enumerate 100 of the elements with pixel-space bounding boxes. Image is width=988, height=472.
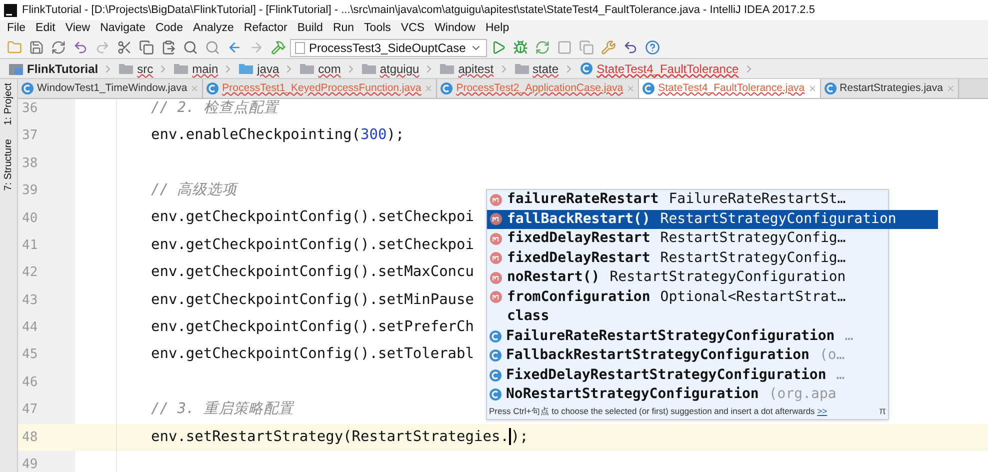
class-icon <box>21 82 34 95</box>
class-icon <box>489 330 502 343</box>
breadcrumb-item[interactable]: atguigu <box>380 60 420 78</box>
folder-icon <box>174 63 188 74</box>
code-text: env.getCheckpointConfig().setCheckpoi <box>151 209 474 226</box>
close-icon[interactable] <box>808 84 817 93</box>
line-number: 40 <box>18 204 75 232</box>
code-comment: // 2. 检查点配置 <box>151 100 278 116</box>
method-icon <box>489 192 503 207</box>
text-cursor <box>508 428 511 446</box>
editor-tab[interactable]: StateTest4_FaultTolerance.java <box>639 79 821 98</box>
line-number: 47 <box>18 396 75 424</box>
folder-icon <box>119 63 134 74</box>
class-icon <box>489 368 502 382</box>
line-number: 38 <box>18 150 75 178</box>
folder-icon <box>440 63 454 74</box>
code-text: env.getCheckpointConfig().setMaxConcu <box>151 264 474 280</box>
method-icon <box>489 251 503 266</box>
code-comment: // 高级选项 <box>151 182 238 198</box>
folder-icon <box>239 63 254 74</box>
code-text: env.setRestartStrategy(RestartStrategies. <box>151 428 509 444</box>
menu-item[interactable]: Tools <box>359 20 396 38</box>
menu-item[interactable]: Code <box>150 20 188 38</box>
line-number: 42 <box>18 259 75 287</box>
editor-tab[interactable]: RestartStrategies.java <box>820 79 959 98</box>
hint-link[interactable]: >> <box>817 406 828 416</box>
menu-item[interactable]: View <box>60 20 96 38</box>
line-number: 44 <box>18 314 75 342</box>
class-icon <box>206 82 220 95</box>
tool-window-button[interactable]: 7: Structure <box>1 139 16 191</box>
completion-item[interactable]: FailureRateRestartStrategyConfiguration … <box>487 326 877 346</box>
class-icon <box>642 82 656 95</box>
line-number: 41 <box>18 232 75 260</box>
config-icon <box>295 42 305 54</box>
line-number: 45 <box>18 342 75 369</box>
method-icon <box>489 232 503 246</box>
menu-item[interactable]: Navigate <box>95 20 150 38</box>
breadcrumb-item[interactable]: apitest <box>458 60 494 78</box>
completion-item[interactable]: FixedDelayRestartStrategyConfiguration … <box>487 366 877 385</box>
code-text: ); <box>386 127 404 144</box>
close-icon[interactable] <box>190 84 200 93</box>
folder-icon <box>300 63 314 74</box>
menu-item[interactable]: File <box>2 20 31 38</box>
class-icon <box>440 82 454 95</box>
code-text: env.enableCheckpointing( <box>151 127 361 144</box>
completion-item[interactable]: fromConfiguration Optional<RestartStrat… <box>487 288 877 307</box>
completion-item[interactable]: failureRateRestart FailureRateRestartSt… <box>487 190 877 210</box>
class-icon <box>580 62 593 75</box>
close-icon[interactable] <box>946 84 955 93</box>
line-number: 37 <box>18 122 75 150</box>
pi-icon[interactable]: π <box>879 404 886 419</box>
method-icon <box>489 212 503 226</box>
tool-window-button[interactable]: 1: Project <box>1 83 16 126</box>
breadcrumb-item[interactable]: main <box>192 60 218 78</box>
method-icon <box>489 270 503 285</box>
breadcrumb-item[interactable]: src <box>137 60 154 78</box>
completion-item[interactable]: class <box>487 307 877 326</box>
breadcrumb-item[interactable]: FlinkTutorial <box>27 60 98 78</box>
code-text: env.getCheckpointConfig().setPreferCh <box>151 318 474 335</box>
completion-hint: Press Ctrl+句点 to choose the selected (or first) suggestion and insert a dot afterwards >> <box>489 405 828 418</box>
completion-item[interactable]: noRestart() RestartStrategyConfiguration <box>487 268 877 288</box>
code-text: ); <box>510 428 528 444</box>
menu-item[interactable]: VCS <box>396 20 430 38</box>
menu-item[interactable]: Help <box>480 20 514 38</box>
menu-item[interactable]: Edit <box>30 20 60 38</box>
completion-item[interactable]: fixedDelayRestart RestartStrategyConfig… <box>487 248 877 268</box>
code-comment: // 3. 重启策略配置 <box>151 401 294 418</box>
breadcrumb-item[interactable]: state <box>532 60 559 78</box>
breadcrumb-item[interactable]: StateTest4_FaultTolerance <box>596 60 739 78</box>
menu-item[interactable]: Analyze <box>188 20 239 38</box>
line-number: 39 <box>18 177 75 205</box>
run-config-dropdown[interactable]: ProcessTest3_SideOuptCase <box>290 38 487 56</box>
class-icon <box>489 349 502 362</box>
app-icon <box>4 4 17 16</box>
completion-item[interactable]: NoRestartStrategyConfiguration (org.apa <box>487 385 877 404</box>
completion-item[interactable]: fallBackRestart() RestartStrategyConfiguration <box>487 210 938 229</box>
method-icon <box>489 290 503 304</box>
breadcrumb-item[interactable]: com <box>318 60 341 78</box>
completion-item[interactable]: FallbackRestartStrategyConfiguration (o… <box>487 346 877 366</box>
menu-item[interactable]: Build <box>292 20 328 38</box>
class-icon <box>824 82 837 95</box>
menu-item[interactable]: Window <box>430 20 480 38</box>
line-number: 36 <box>18 99 75 122</box>
folder-icon <box>514 63 529 74</box>
line-number: 43 <box>18 286 75 314</box>
completion-item[interactable]: fixedDelayRestart RestartStrategyConfig… <box>487 229 877 248</box>
class-icon <box>489 388 502 402</box>
code-text: env.getCheckpointConfig().setCheckpoi <box>151 236 474 253</box>
project-folder-icon <box>9 62 23 74</box>
code-text: env.getCheckpointConfig().setMinPause <box>151 292 474 308</box>
menu-item[interactable]: Refactor <box>238 20 292 38</box>
menu-item[interactable]: Run <box>328 20 360 38</box>
folder-icon <box>362 63 376 74</box>
close-icon[interactable] <box>424 84 434 93</box>
breadcrumb-item[interactable]: java <box>257 60 280 78</box>
code-number: 300 <box>360 127 387 144</box>
line-number: 49 <box>18 451 75 472</box>
editor-tab[interactable]: WindowTest1_TimeWindow.java <box>18 79 204 98</box>
line-number: 46 <box>18 368 75 396</box>
close-icon[interactable] <box>626 84 636 93</box>
